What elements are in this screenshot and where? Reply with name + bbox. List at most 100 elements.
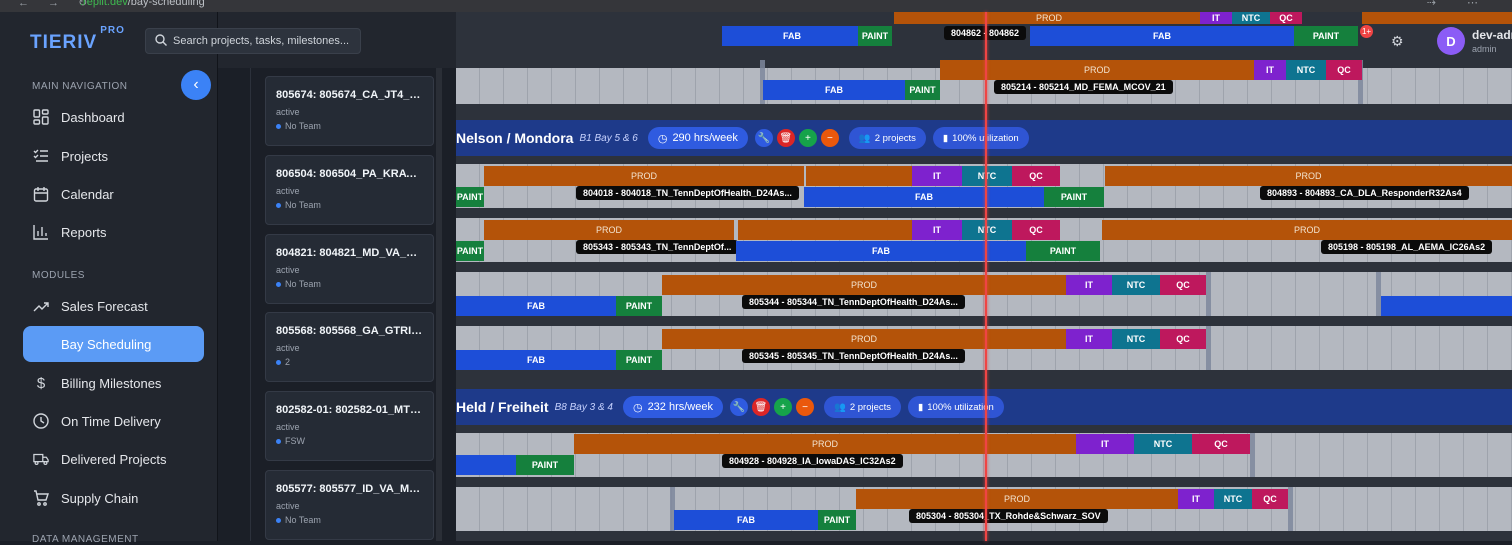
it-bar[interactable]: IT	[1178, 489, 1214, 509]
it-bar[interactable]: IT	[1200, 12, 1232, 24]
project-label[interactable]: 804928 - 804928_IA_IowaDAS_IC32As2	[722, 454, 903, 468]
project-label[interactable]: 805344 - 805344_TN_TennDeptOfHealth_D24A…	[742, 295, 965, 309]
paint-bar[interactable]: PAINT	[616, 296, 662, 316]
sidebar-item-projects[interactable]: Projects	[23, 138, 204, 174]
paint-bar[interactable]: PAINT	[1026, 241, 1100, 261]
project-label[interactable]: 805214 - 805214_MD_FEMA_MCOV_21	[994, 80, 1173, 94]
browser-actions-icon[interactable]: ⇢ ⋯	[1427, 0, 1492, 9]
hours-per-week-pill[interactable]: ◷ 232 hrs/week	[622, 396, 723, 418]
qc-bar[interactable]: QC	[1160, 275, 1206, 295]
prod-bar[interactable]	[806, 166, 912, 186]
minus-circle-icon[interactable]: −	[796, 398, 814, 416]
project-label[interactable]: 805304 - 805304_TX_Rohde&Schwarz_SOV	[909, 509, 1108, 523]
ntc-bar[interactable]: NTC	[1286, 60, 1326, 80]
utilization-pill[interactable]: ▮ 100% utilization	[932, 127, 1029, 149]
project-card[interactable]: 805674: 805674_CA_JT4_IC... active No Te…	[265, 76, 434, 146]
prod-bar[interactable]	[738, 220, 912, 240]
fab-bar[interactable]: FAB	[674, 510, 818, 530]
paint-bar[interactable]: PAINT	[456, 187, 484, 207]
notification-badge[interactable]: 1+	[1360, 25, 1373, 38]
ntc-bar[interactable]: NTC	[962, 166, 1012, 186]
team-header-held-freiheit[interactable]: Held / Freiheit B8 Bay 3 & 4 ◷ 232 hrs/we…	[456, 389, 1512, 425]
trash-icon[interactable]: 🗑	[776, 129, 795, 147]
projects-count-pill[interactable]: 👥 2 projects	[848, 127, 926, 149]
qc-bar[interactable]: QC	[1012, 166, 1060, 186]
sidebar-item-calendar[interactable]: Calendar	[23, 176, 204, 212]
qc-bar[interactable]: QC	[1252, 489, 1288, 509]
ntc-bar[interactable]: NTC	[1134, 434, 1192, 454]
fab-bar[interactable]: FAB	[456, 296, 616, 316]
prod-bar[interactable]: PROD	[894, 12, 1204, 24]
sidebar-item-on-time-delivery[interactable]: On Time Delivery	[23, 403, 204, 439]
qc-bar[interactable]: QC	[1192, 434, 1250, 454]
project-card[interactable]: 806504: 806504_PA_KRATO... active No Tea…	[265, 155, 434, 225]
paint-bar[interactable]: PAINT	[1044, 187, 1104, 207]
fab-bar[interactable]: FAB	[456, 350, 616, 370]
it-bar[interactable]: IT	[1066, 329, 1112, 349]
team-header-nelson-mondora[interactable]: Nelson / Mondora B1 Bay 5 & 6 ◷ 290 hrs/w…	[456, 120, 1512, 156]
utilization-pill[interactable]: ▮ 100% utilization	[908, 396, 1004, 418]
prod-bar[interactable]: PROD	[940, 60, 1254, 80]
it-bar[interactable]: IT	[1076, 434, 1134, 454]
qc-bar[interactable]: QC	[1326, 60, 1362, 80]
ntc-bar[interactable]: NTC	[1214, 489, 1252, 509]
fab-bar[interactable]: FAB	[1030, 26, 1294, 46]
ntc-bar[interactable]: NTC	[1112, 275, 1160, 295]
fab-bar[interactable]: FAB	[722, 26, 862, 46]
prod-bar[interactable]: PROD	[574, 434, 1076, 454]
prod-bar[interactable]	[1362, 12, 1512, 24]
projects-count-pill[interactable]: 👥 2 projects	[824, 396, 902, 418]
project-label[interactable]: 804018 - 804018_TN_TennDeptOfHealth_D24A…	[576, 186, 799, 200]
browser-url[interactable]: .replit.dev/bay-scheduling	[80, 0, 205, 8]
prod-bar[interactable]: PROD	[662, 275, 1066, 295]
brand-logo[interactable]: TIERIVPRO	[30, 25, 125, 54]
plus-circle-icon[interactable]: +	[774, 398, 792, 416]
gear-icon[interactable]: ⚙	[1391, 33, 1404, 50]
project-card[interactable]: 805568: 805568_GA_GTRI_... active 2	[265, 312, 434, 382]
paint-bar[interactable]: PAINT	[858, 26, 892, 46]
sidebar-item-billing-milestones[interactable]: $ Billing Milestones	[23, 365, 204, 401]
trash-icon[interactable]: 🗑	[752, 398, 770, 416]
sidebar-item-supply-chain[interactable]: Supply Chain	[23, 480, 204, 516]
project-label[interactable]: 804893 - 804893_CA_DLA_ResponderR32As4	[1260, 186, 1469, 200]
it-bar[interactable]: IT	[1066, 275, 1112, 295]
browser-address-bar[interactable]: ← → ↻ .replit.dev/bay-scheduling ⇢ ⋯	[0, 0, 1512, 12]
hours-per-week-pill[interactable]: ◷ 290 hrs/week	[647, 127, 748, 149]
fab-bar[interactable]: FAB	[804, 187, 1044, 207]
plus-circle-icon[interactable]: +	[798, 129, 817, 147]
sidebar-item-reports[interactable]: Reports	[23, 214, 204, 250]
it-bar[interactable]: IT	[912, 166, 962, 186]
project-label[interactable]: 805345 - 805345_TN_TennDeptOfHealth_D24A…	[742, 349, 965, 363]
project-label[interactable]: 805198 - 805198_AL_AEMA_IC26As2	[1321, 240, 1493, 254]
project-card[interactable]: 802582-01: 802582-01_MT_... active FSW	[265, 391, 434, 461]
wrench-icon[interactable]: 🔧	[754, 129, 773, 147]
prod-bar[interactable]: PROD	[856, 489, 1178, 509]
prod-bar[interactable]: PROD	[662, 329, 1066, 349]
sidebar-item-dashboard[interactable]: Dashboard	[23, 99, 204, 135]
qc-bar[interactable]: QC	[1012, 220, 1060, 240]
paint-bar[interactable]: PAINT	[1294, 26, 1358, 46]
paint-bar[interactable]: PAINT	[905, 80, 940, 100]
fab-bar[interactable]: FAB	[736, 241, 1026, 261]
sidebar-item-delivered-projects[interactable]: Delivered Projects	[23, 441, 204, 477]
qc-bar[interactable]: QC	[1160, 329, 1206, 349]
paint-bar[interactable]: PAINT	[818, 510, 856, 530]
ntc-bar[interactable]: NTC	[1232, 12, 1270, 24]
project-card[interactable]: 805577: 805577_ID_VA_Mo... active No Tea…	[265, 470, 434, 540]
fab-bar[interactable]: FAB	[763, 80, 905, 100]
project-label[interactable]: 805343 - 805343_TN_TennDeptOf...	[576, 240, 739, 254]
sidebar-item-bay-scheduling[interactable]: Bay Scheduling	[23, 326, 204, 362]
ntc-bar[interactable]: NTC	[962, 220, 1012, 240]
sidebar-item-sales-forecast[interactable]: Sales Forecast	[23, 288, 204, 324]
paint-bar[interactable]: PAINT	[456, 241, 484, 261]
it-bar[interactable]: IT	[912, 220, 962, 240]
paint-bar[interactable]: PAINT	[616, 350, 662, 370]
prod-bar[interactable]: PROD	[1102, 220, 1512, 240]
avatar[interactable]: D	[1437, 27, 1465, 55]
paint-bar[interactable]: PAINT	[516, 455, 574, 475]
it-bar[interactable]: IT	[1254, 60, 1286, 80]
fab-bar[interactable]	[456, 455, 516, 475]
prod-bar[interactable]: PROD	[484, 220, 734, 240]
project-card[interactable]: 804821: 804821_MD_VA_M... active No Team	[265, 234, 434, 304]
fab-bar[interactable]	[1381, 296, 1512, 316]
